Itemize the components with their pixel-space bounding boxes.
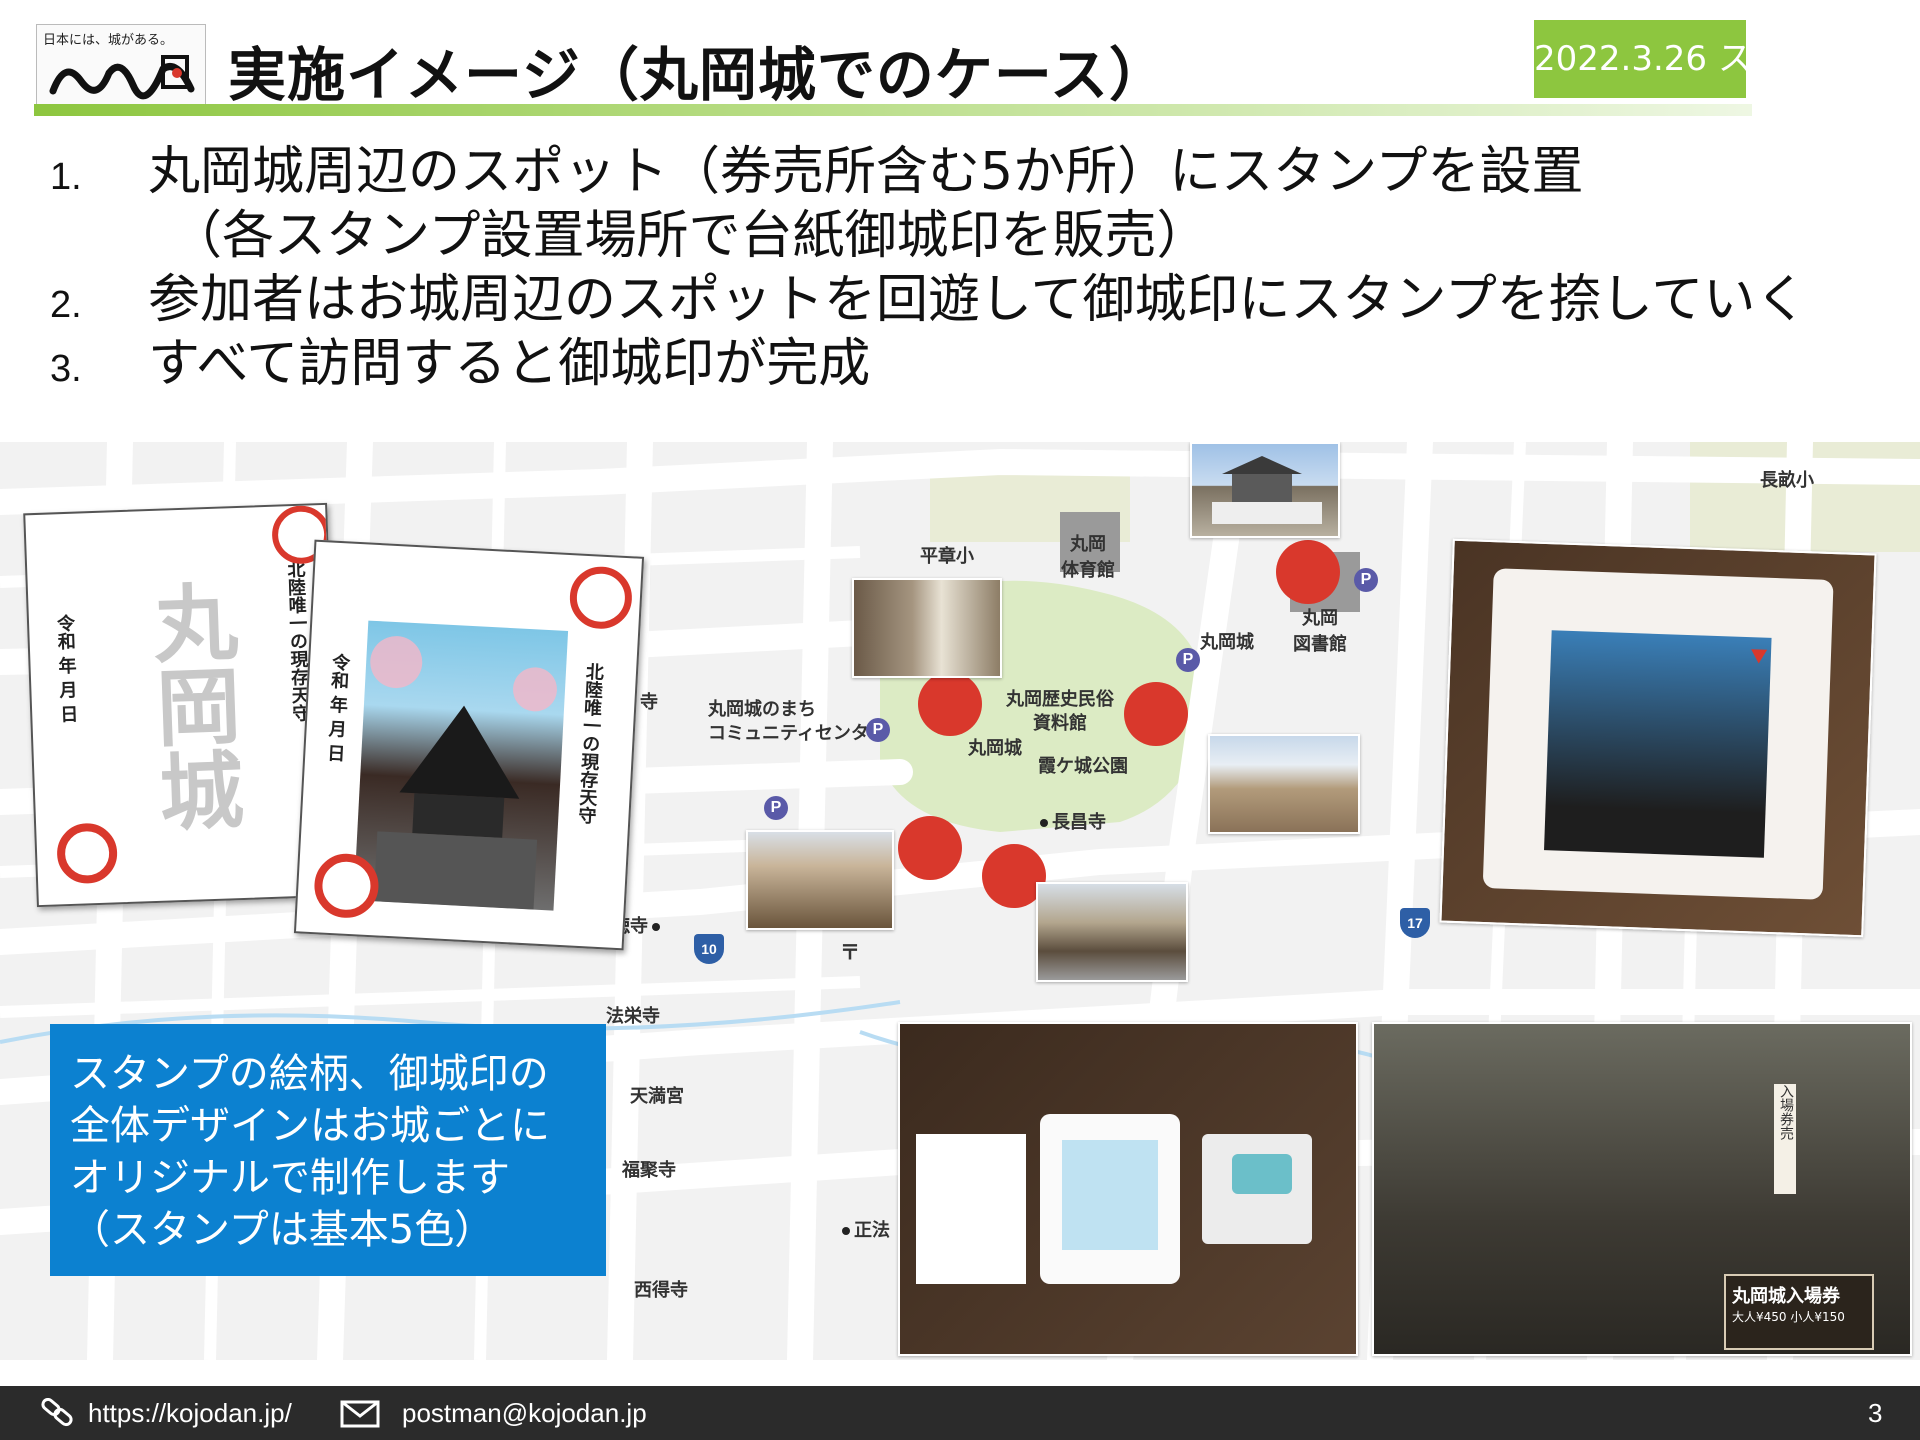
label-tenmangu-shrine: 天満宮 xyxy=(630,1086,684,1107)
photo-stamp-board xyxy=(1439,538,1877,938)
info-line: （スタンプは基本5色） xyxy=(70,1207,495,1253)
parking-icon: P xyxy=(1354,568,1378,592)
crest-icon xyxy=(568,565,634,631)
website-link[interactable]: https://kojodan.jp/ xyxy=(88,1398,292,1429)
parking-icon: P xyxy=(1176,648,1200,672)
step-number: 2. xyxy=(50,284,82,326)
logo-brush-mark xyxy=(49,55,195,100)
card-side-text: 北陸唯一の現存天守 xyxy=(575,661,605,825)
label-chojoji-text: 長昌寺 xyxy=(1052,812,1106,833)
photo-visitors-at-booth: 丸岡城入場券 大人¥450 小人¥150 入場券売 xyxy=(1372,1022,1912,1356)
page-number: 3 xyxy=(1868,1398,1883,1428)
start-date-badge: 2022.3.26 スタート xyxy=(1534,20,1854,98)
red-arrow-icon xyxy=(1750,649,1768,664)
email-icon xyxy=(340,1400,380,1428)
post-office-icon: 〒 xyxy=(840,940,860,964)
stamp-handle-icon xyxy=(1232,1154,1292,1194)
ticket-sign-title: 丸岡城入場券 xyxy=(1732,1286,1840,1307)
entrance-sign: 入場券売 xyxy=(1774,1084,1796,1194)
label-heisho-school: 平章小 xyxy=(920,546,974,567)
step-item: （各スタンプ設置場所で台紙御城印を販売） xyxy=(50,204,1910,268)
step-list: 1. 丸岡城周辺のスポット（券売所含む5か所）にスタンプを設置 （各スタンプ設置… xyxy=(50,140,1910,396)
poi-marker xyxy=(1040,819,1048,827)
step-item: 1. 丸岡城周辺のスポット（券売所含む5か所）にスタンプを設置 xyxy=(50,140,1910,204)
step-number: 1. xyxy=(50,156,82,198)
photo-stamp-kit xyxy=(898,1022,1358,1356)
label-maruoka-castle-top: 丸岡城 xyxy=(1200,632,1254,653)
crest-icon xyxy=(56,822,119,885)
step-text: 丸岡城周辺のスポット（券売所含む5か所）にスタンプを設置 xyxy=(148,142,1584,202)
poi-marker xyxy=(842,1227,850,1235)
step-text: （各スタンプ設置場所で台紙御城印を販売） xyxy=(170,206,1209,266)
step-text: すべて訪問すると御城印が完成 xyxy=(148,334,871,394)
title-underline xyxy=(34,104,1752,116)
castle-stamp-image xyxy=(353,620,569,911)
page-title: 実施イメージ（丸岡城でのケース） xyxy=(228,41,1168,109)
card-castle-name: 丸岡城 xyxy=(138,577,247,834)
photo-ticket-booth xyxy=(852,578,1002,678)
label-temple-a: 寺 xyxy=(640,692,658,713)
label-shoho-text: 正法 xyxy=(854,1220,890,1241)
link-icon xyxy=(41,1398,73,1427)
kit-card xyxy=(916,1134,1026,1284)
goshuin-card-blank: 丸岡城 令和 年 月 日 北陸唯一の現存天守 xyxy=(23,502,341,908)
kojodan-logo: 日本には、城がある。 xyxy=(36,24,206,108)
stamp-spot-marker xyxy=(918,672,982,736)
route-shield-icon: 10 xyxy=(694,934,724,964)
kit-stamp-pad xyxy=(1202,1134,1312,1244)
step-item: 2. 参加者はお城周辺のスポットを回遊して御城印にスタンプを捺していく xyxy=(50,268,1910,332)
stamp-spot-marker xyxy=(1124,682,1188,746)
photo-community-center xyxy=(746,830,894,930)
label-maruoka-castle: 丸岡城 xyxy=(968,738,1022,759)
stamp-frame xyxy=(1482,568,1834,900)
kit-frame-image xyxy=(1062,1140,1158,1250)
footer-bar: https://kojodan.jp/ postman@kojodan.jp 3 xyxy=(0,1386,1920,1440)
ticket-price-sign: 丸岡城入場券 大人¥450 小人¥150 xyxy=(1724,1274,1874,1350)
label-hoeiji-temple: 法栄寺 xyxy=(606,1006,660,1027)
label-maruoka-gym: 丸岡 体育館 xyxy=(1061,534,1115,581)
label-shoho-temple: 正法 xyxy=(842,1216,890,1242)
step-item: 3. すべて訪問すると御城印が完成 xyxy=(50,332,1910,396)
label-community-center: 丸岡城のまち コミュニティセンター xyxy=(708,699,887,744)
label-kasumigajo-park: 霞ケ城公園 xyxy=(1038,756,1128,777)
label-fukujuji-temple: 福聚寺 xyxy=(622,1160,676,1181)
poi-marker xyxy=(652,923,660,931)
label-history-museum: 丸岡歴史民俗 資料館 xyxy=(1006,689,1114,734)
label-saitokuji-temple: 西得寺 xyxy=(634,1280,688,1301)
info-line: 全体デザインはお城ごとに xyxy=(70,1103,550,1149)
label-nagaune-school: 長畝小 xyxy=(1760,470,1814,491)
photo-castle-spot xyxy=(1190,442,1340,538)
photo-street-spot xyxy=(1036,882,1188,982)
info-line: オリジナルで制作します xyxy=(70,1155,510,1201)
ticket-sign-price: 大人¥450 小人¥150 xyxy=(1732,1310,1845,1324)
stamp-image xyxy=(1544,630,1772,858)
step-text: 参加者はお城周辺のスポットを回遊して御城印にスタンプを捺していく xyxy=(148,270,1808,330)
castle-building-icon xyxy=(1212,456,1322,524)
kit-frame xyxy=(1040,1114,1180,1284)
logo-caption: 日本には、城がある。 xyxy=(43,33,174,48)
info-line: スタンプの絵柄、御城印の xyxy=(70,1051,549,1097)
card-date: 令和 年 月 日 xyxy=(53,613,79,724)
parking-icon: P xyxy=(764,796,788,820)
castle-silhouette-icon xyxy=(370,636,558,910)
stamp-spot-marker xyxy=(1276,540,1340,604)
parking-icon: P xyxy=(866,718,890,742)
stamp-spot-marker xyxy=(898,816,962,880)
route-shield-icon: 17 xyxy=(1400,908,1430,938)
goshuin-card-completed: 令和 年 月 日 北陸唯一の現存天守 xyxy=(293,539,645,951)
card-date: 令和 年 月 日 xyxy=(323,652,351,763)
label-maruoka-library: 丸岡 図書館 xyxy=(1293,608,1347,655)
label-chojoji-temple: 長昌寺 xyxy=(1040,808,1106,834)
email-link[interactable]: postman@kojodan.jp xyxy=(402,1398,647,1429)
step-number: 3. xyxy=(50,348,82,390)
info-callout: スタンプの絵柄、御城印の 全体デザインはお城ごとに オリジナルで制作します （ス… xyxy=(50,1024,606,1276)
photo-museum-building xyxy=(1208,734,1360,834)
